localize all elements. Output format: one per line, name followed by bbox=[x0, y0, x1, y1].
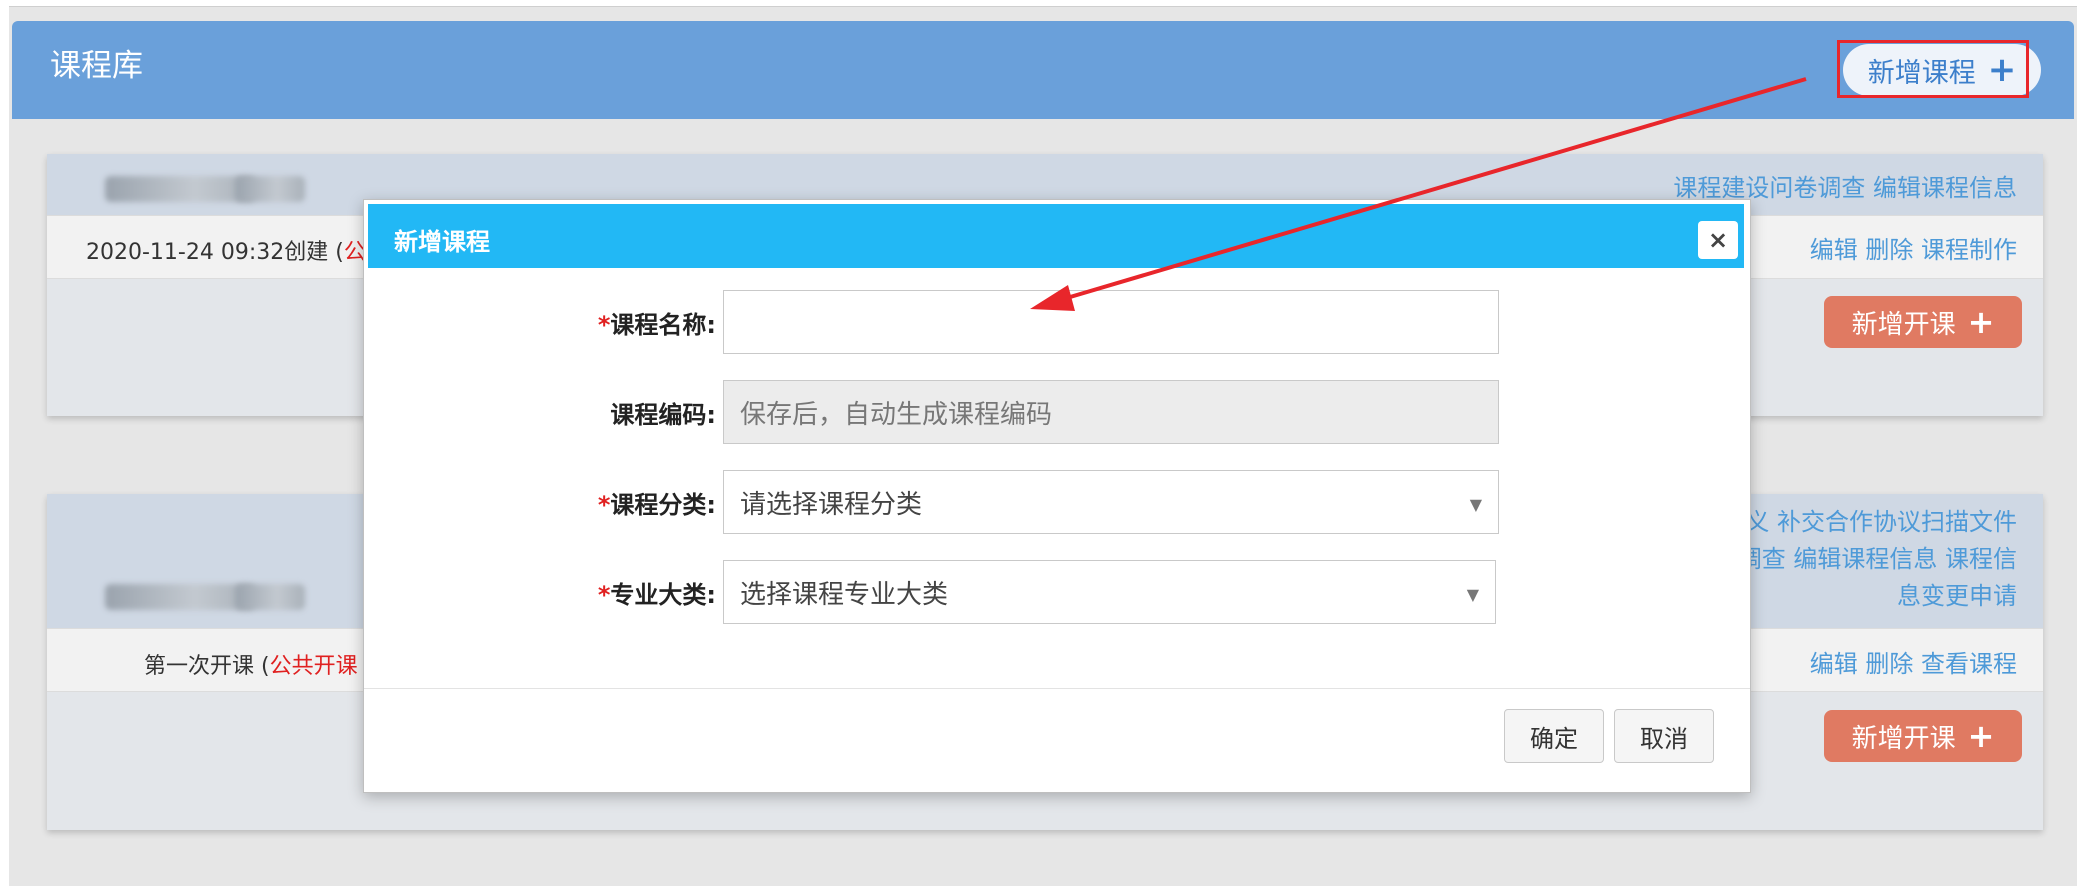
plus-icon: + bbox=[1967, 303, 1995, 341]
course-row-actions[interactable]: 编辑 删除 课程制作 bbox=[1810, 230, 2017, 265]
add-course-label: 新增课程 bbox=[1867, 57, 1976, 89]
cancel-button[interactable]: 取消 bbox=[1614, 709, 1714, 763]
course-name-label: *课程名称: bbox=[597, 311, 716, 339]
course-code-label: 课程编码: bbox=[610, 401, 716, 429]
course-actions-top[interactable]: 课程建设问卷调查 编辑课程信息 bbox=[1673, 168, 2017, 203]
blurred-course-name bbox=[235, 176, 305, 202]
course-category-select[interactable]: 请选择课程分类 ▼ bbox=[723, 470, 1499, 534]
course-name-input[interactable] bbox=[723, 290, 1499, 354]
dialog-header: 新增课程 × bbox=[368, 204, 1744, 268]
course-category-label: *课程分类: bbox=[597, 491, 716, 519]
plus-icon: + bbox=[1967, 717, 1995, 755]
dialog-title: 新增课程 bbox=[394, 228, 490, 256]
close-icon[interactable]: × bbox=[1698, 221, 1738, 259]
page-title: 课程库 bbox=[50, 48, 143, 84]
course-meta: 2020-11-24 09:32创建 (公 bbox=[86, 240, 366, 265]
blurred-course-name bbox=[105, 584, 255, 610]
add-offering-button[interactable]: 新增开课 + bbox=[1824, 710, 2022, 762]
blurred-course-name bbox=[235, 584, 305, 610]
dialog-divider bbox=[364, 688, 1750, 689]
chevron-down-icon: ▼ bbox=[1469, 495, 1482, 514]
chevron-down-icon: ▼ bbox=[1466, 585, 1479, 604]
add-course-button[interactable]: 新增课程 + bbox=[1843, 44, 2041, 96]
major-category-select[interactable]: 选择课程专业大类 ▼ bbox=[723, 560, 1496, 624]
course-code-input: 保存后，自动生成课程编码 bbox=[723, 380, 1499, 444]
major-category-label: *专业大类: bbox=[597, 581, 716, 609]
course-row-actions[interactable]: 编辑 删除 查看课程 bbox=[1810, 644, 2017, 679]
blurred-course-name bbox=[105, 176, 255, 202]
add-offering-button[interactable]: 新增开课 + bbox=[1824, 296, 2022, 348]
page-header bbox=[12, 21, 2074, 119]
confirm-button[interactable]: 确定 bbox=[1504, 709, 1604, 763]
course-actions-top[interactable]: 义 补交合作协议扫描文件 调查 编辑课程信息 课程信 息变更申请 bbox=[1738, 504, 2017, 615]
course-meta: 第一次开课 (公共开课 bbox=[144, 654, 358, 679]
add-course-dialog: 新增课程 × *课程名称: 课程编码: 保存后，自动生成课程编码 *课程分类: … bbox=[363, 199, 1751, 793]
plus-icon: + bbox=[1987, 50, 2017, 90]
